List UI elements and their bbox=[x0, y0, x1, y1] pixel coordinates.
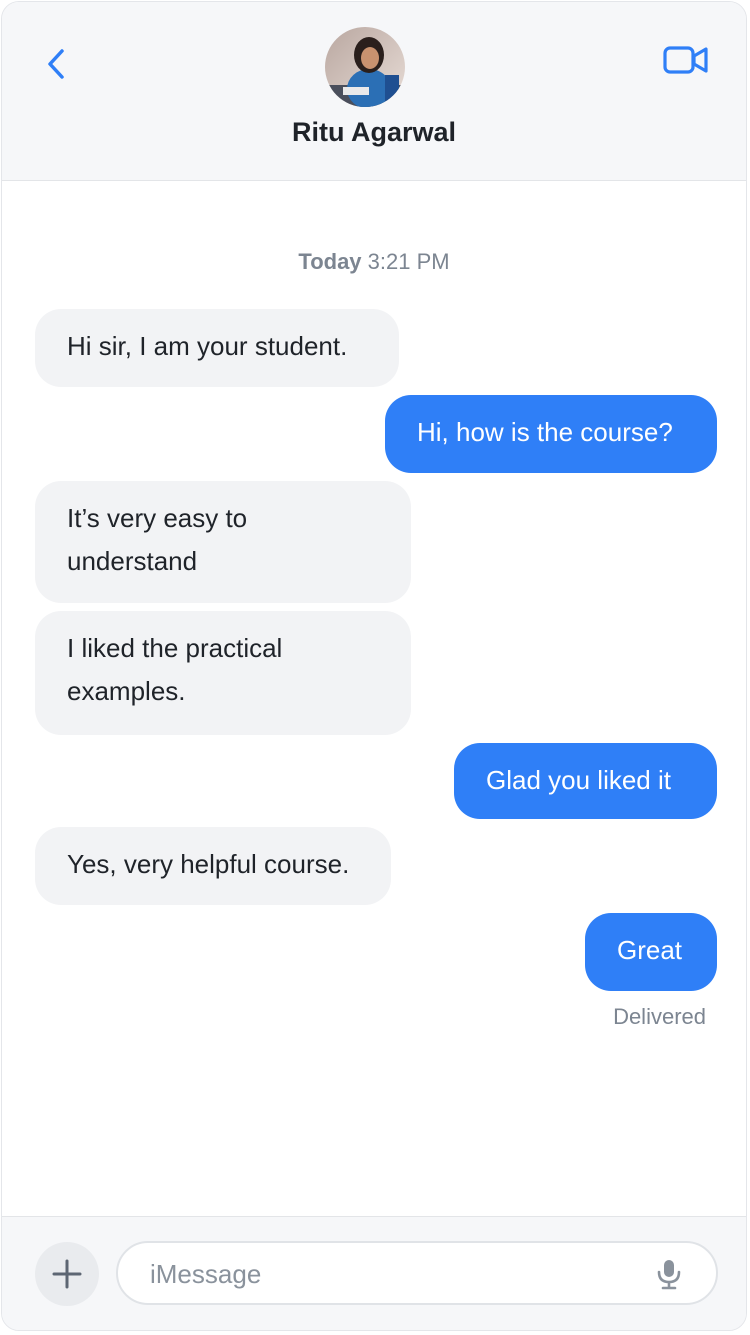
timestamp-time: 3:21 PM bbox=[367, 249, 450, 274]
dictation-button[interactable] bbox=[654, 1257, 684, 1291]
incoming-message[interactable]: I liked the practical examples. bbox=[35, 611, 411, 735]
back-button[interactable] bbox=[38, 42, 74, 86]
outgoing-message[interactable]: Glad you liked it bbox=[454, 743, 717, 819]
outgoing-message[interactable]: Hi, how is the course? bbox=[385, 395, 717, 473]
video-call-button[interactable] bbox=[662, 40, 710, 80]
chevron-left-icon bbox=[48, 49, 64, 79]
contact-photo bbox=[325, 27, 405, 107]
message-composer bbox=[2, 1216, 746, 1330]
chat-header: Ritu Agarwal bbox=[2, 2, 746, 181]
incoming-message[interactable]: Yes, very helpful course. bbox=[35, 827, 391, 905]
conversation-timestamp: Today 3:21 PM bbox=[2, 249, 746, 275]
avatar[interactable] bbox=[325, 27, 405, 107]
chat-screen: Ritu Agarwal Today 3:21 PM Hi sir, I am … bbox=[1, 1, 747, 1331]
contact-name: Ritu Agarwal bbox=[291, 117, 457, 147]
message-input-container[interactable] bbox=[116, 1241, 718, 1305]
incoming-message[interactable]: Hi sir, I am your student. bbox=[35, 309, 399, 387]
microphone-icon bbox=[657, 1260, 681, 1290]
incoming-message[interactable]: It’s very easy to understand bbox=[35, 481, 411, 603]
outgoing-message[interactable]: Great bbox=[585, 913, 717, 991]
delivery-status: Delivered bbox=[613, 1004, 706, 1029]
message-input[interactable] bbox=[148, 1243, 632, 1305]
plus-icon bbox=[52, 1259, 82, 1289]
video-camera-icon bbox=[663, 46, 708, 74]
timestamp-day: Today bbox=[298, 249, 362, 274]
add-attachment-button[interactable] bbox=[35, 1242, 99, 1306]
